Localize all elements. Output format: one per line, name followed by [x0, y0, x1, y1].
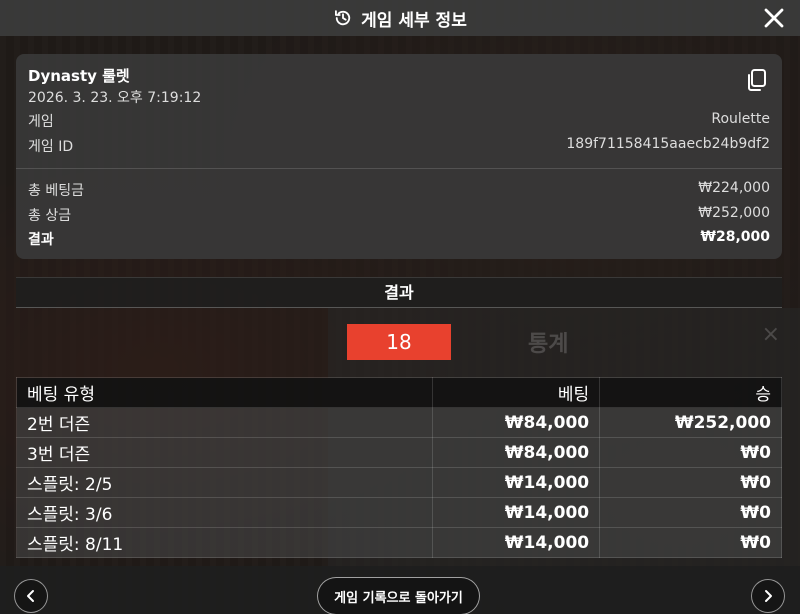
game-summary-card: Dynasty 룰렛 2026. 3. 23. 오후 7:19:12 게임 Ro…: [16, 54, 782, 259]
chevron-right-icon: [765, 590, 772, 602]
win-amount-cell: ₩0: [599, 467, 782, 498]
total-prize-row: 총 상금 ₩252,000: [28, 205, 770, 225]
bet-type-cell: 스플릿: 3/6: [15, 497, 434, 528]
table-header-row: 베팅 유형 베팅 승: [15, 377, 782, 408]
net-result-row: 결과 ₩28,000: [28, 229, 770, 249]
win-amount-cell: ₩0: [599, 527, 782, 558]
bet-amount-cell: ₩14,000: [432, 497, 601, 528]
table-row: 스플릿: 3/6 ₩14,000 ₩0: [15, 497, 782, 528]
column-header-bet: 베팅: [432, 377, 601, 408]
total-prize-label: 총 상금: [28, 208, 72, 224]
game-id-value: 189f71158415aaecb24b9df2: [566, 136, 770, 152]
bet-amount-cell: ₩14,000: [432, 527, 601, 558]
bet-type-cell: 2번 더즌: [15, 407, 434, 438]
copy-icon: [748, 69, 766, 91]
net-result-value: ₩28,000: [700, 229, 770, 245]
bet-type-cell: 3번 더즌: [15, 437, 434, 468]
game-row: 게임 Roulette: [28, 111, 770, 131]
game-id-label: 게임 ID: [28, 139, 74, 155]
total-bet-row: 총 베팅금 ₩224,000: [28, 180, 770, 200]
win-amount-cell: ₩0: [599, 497, 782, 528]
bet-type-cell: 스플릿: 8/11: [15, 527, 434, 558]
previous-game-button[interactable]: [14, 579, 48, 613]
total-prize-value: ₩252,000: [698, 205, 770, 221]
bet-amount-cell: ₩84,000: [432, 407, 601, 438]
close-icon: [764, 8, 784, 28]
card-divider: [16, 168, 782, 169]
table-row: 3번 더즌 ₩84,000 ₩0: [15, 437, 782, 468]
game-label: 게임: [28, 114, 54, 130]
page-title: 게임 세부 정보: [361, 10, 467, 31]
modal-footer: 게임 기록으로 돌아가기: [0, 566, 800, 614]
next-game-button[interactable]: [751, 579, 785, 613]
table-row: 2번 더즌 ₩84,000 ₩252,000: [15, 407, 782, 438]
game-datetime: 2026. 3. 23. 오후 7:19:12: [28, 90, 202, 106]
bets-table: 베팅 유형 베팅 승 2번 더즌 ₩84,000 ₩252,000 3번 더즌 …: [15, 377, 782, 558]
column-header-win: 승: [599, 377, 782, 408]
game-id-row: 게임 ID 189f71158415aaecb24b9df2: [28, 136, 770, 156]
bet-amount-cell: ₩14,000: [432, 467, 601, 498]
bet-amount-cell: ₩84,000: [432, 437, 601, 468]
close-button[interactable]: [762, 5, 786, 31]
chevron-left-icon: [27, 590, 34, 602]
result-section-header: 결과: [16, 277, 782, 308]
winning-number-badge: 18: [347, 324, 451, 360]
back-to-history-button[interactable]: 게임 기록으로 돌아가기: [317, 577, 480, 614]
header-title-group: 게임 세부 정보: [333, 6, 467, 31]
stats-title: 통계: [528, 332, 569, 357]
game-value: Roulette: [711, 111, 770, 127]
table-row: 스플릿: 2/5 ₩14,000 ₩0: [15, 467, 782, 498]
stats-close-icon: ×: [761, 322, 780, 347]
total-bet-value: ₩224,000: [698, 180, 770, 196]
bet-type-cell: 스플릿: 2/5: [15, 467, 434, 498]
game-name: Dynasty 룰렛: [28, 67, 130, 85]
history-icon: [335, 10, 351, 26]
net-result-label: 결과: [28, 232, 54, 248]
modal-header: 게임 세부 정보: [0, 0, 800, 36]
column-header-bet-type: 베팅 유형: [15, 377, 434, 408]
table-row: 스플릿: 8/11 ₩14,000 ₩0: [15, 527, 782, 558]
total-bet-label: 총 베팅금: [28, 183, 84, 199]
copy-button[interactable]: [746, 68, 768, 92]
win-amount-cell: ₩0: [599, 437, 782, 468]
win-amount-cell: ₩252,000: [599, 407, 782, 438]
